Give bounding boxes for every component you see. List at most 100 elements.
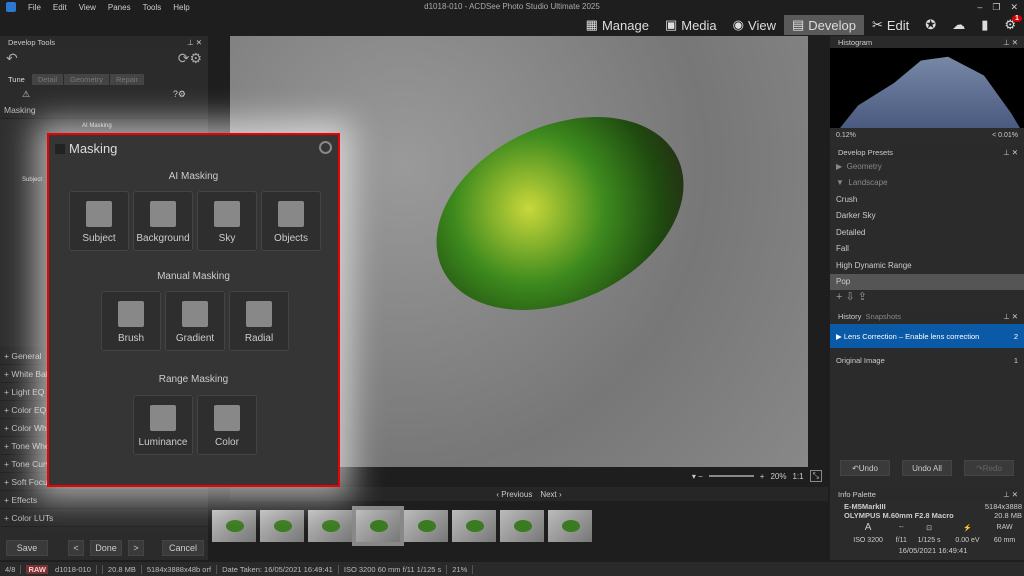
panel-title: Develop Tools bbox=[8, 37, 55, 47]
close-icon[interactable]: ⊥ ✕ bbox=[1003, 148, 1018, 157]
tab-geometry[interactable]: Geometry bbox=[64, 74, 109, 85]
preset-item[interactable]: Fall bbox=[830, 241, 1024, 258]
eye-icon: ◉ bbox=[732, 17, 745, 32]
preset-item[interactable]: Pop bbox=[830, 273, 1024, 290]
menu-edit[interactable]: Edit bbox=[53, 3, 67, 12]
tab-history[interactable]: History bbox=[838, 312, 861, 321]
mode-view[interactable]: ◉ View bbox=[725, 15, 784, 35]
done-button[interactable]: Done bbox=[90, 540, 122, 556]
reset-circle-icon[interactable] bbox=[319, 141, 332, 154]
preset-gear-icon[interactable]: ⟳⚙ bbox=[178, 50, 202, 68]
thumbnail[interactable] bbox=[452, 510, 496, 542]
preset-item[interactable]: Crush bbox=[830, 191, 1024, 208]
tab-detail[interactable]: Detail bbox=[31, 74, 64, 85]
history-item[interactable]: ▶ Lens Correction – Enable lens correcti… bbox=[830, 324, 1024, 348]
zoom-slider[interactable] bbox=[708, 475, 754, 477]
sky-mask-button[interactable]: Sky bbox=[197, 191, 257, 251]
preset-item[interactable]: High Dynamic Range bbox=[830, 257, 1024, 274]
next-image-link[interactable]: Next › bbox=[540, 490, 561, 499]
objects-icon bbox=[278, 201, 304, 227]
menu-view[interactable]: View bbox=[79, 3, 96, 12]
close-icon[interactable]: ⊥ ✕ bbox=[1003, 38, 1018, 47]
menu-tools[interactable]: Tools bbox=[143, 3, 162, 12]
menu-bar: File Edit View Panes Tools Help bbox=[0, 0, 1024, 14]
gradient-mask-button[interactable]: Gradient bbox=[165, 291, 225, 351]
thumbnail[interactable] bbox=[212, 510, 256, 542]
notification-badge: 1 bbox=[1012, 15, 1022, 22]
popup-title: Masking bbox=[69, 141, 118, 156]
restore-button[interactable]: ❐ bbox=[992, 2, 1000, 13]
undo-all-button[interactable]: Undo All bbox=[902, 460, 952, 476]
close-window-button[interactable]: ✕ bbox=[1010, 2, 1018, 13]
help-icon[interactable]: ?⚙ bbox=[173, 89, 186, 101]
masking-section-header[interactable]: Masking bbox=[0, 101, 208, 119]
close-icon[interactable]: ⊥ ✕ bbox=[1003, 312, 1018, 321]
menu-panes[interactable]: Panes bbox=[108, 3, 131, 12]
background-mask-button[interactable]: Background bbox=[133, 191, 193, 251]
zoom-out-icon[interactable]: ▾ − bbox=[692, 472, 703, 481]
undo-arrow-icon[interactable]: ↶ bbox=[6, 50, 18, 68]
thumbnail[interactable] bbox=[500, 510, 544, 542]
thumbnail[interactable] bbox=[404, 510, 448, 542]
ai-masking-label: AI Masking bbox=[82, 123, 112, 129]
cloud-icon[interactable]: ☁ bbox=[944, 15, 973, 35]
collapse-icon[interactable] bbox=[55, 143, 65, 154]
tool-tabs: Tune Detail Geometry Repair bbox=[2, 74, 206, 85]
close-icon[interactable]: ✕ bbox=[196, 38, 202, 47]
thumbnail[interactable] bbox=[260, 510, 304, 542]
preset-group-landscape[interactable]: ▼ Landscape bbox=[830, 175, 1024, 192]
radial-mask-button[interactable]: Radial bbox=[229, 291, 289, 351]
grid-icon: ▦ bbox=[585, 17, 598, 32]
close-icon[interactable]: ⊥ ✕ bbox=[1003, 490, 1018, 499]
app-logo-icon bbox=[6, 2, 16, 12]
ai-masking-heading: AI Masking bbox=[168, 171, 219, 182]
presets-title: Develop Presets bbox=[838, 147, 894, 157]
subject-mask-button[interactable]: Subject bbox=[69, 191, 129, 251]
history-item[interactable]: Original Image 1 bbox=[830, 348, 1024, 372]
menu-file[interactable]: File bbox=[28, 3, 41, 12]
fit-icon[interactable]: ⤡ bbox=[809, 470, 822, 482]
one-to-one-button[interactable]: 1:1 bbox=[792, 472, 803, 481]
notifications-icon[interactable]: ⚙ 1 bbox=[996, 15, 1024, 35]
mode-manage[interactable]: ▦ Manage bbox=[578, 15, 657, 35]
next-button[interactable]: > bbox=[128, 540, 144, 556]
section-9[interactable]: + Color LUTs bbox=[0, 509, 208, 527]
redo-button[interactable]: ↷ Redo bbox=[964, 460, 1014, 476]
sky-icon bbox=[214, 201, 240, 227]
masking-popup: Masking AI Masking Manual Masking Range … bbox=[47, 133, 340, 487]
pin-icon[interactable]: ⊥ bbox=[187, 38, 194, 47]
thumbnail[interactable] bbox=[352, 506, 404, 546]
previous-image-link[interactable]: ‹ Previous bbox=[496, 490, 532, 499]
previous-button[interactable]: < bbox=[68, 540, 84, 556]
brush-mask-button[interactable]: Brush bbox=[101, 291, 161, 351]
cancel-button[interactable]: Cancel bbox=[162, 540, 204, 556]
thumbnail[interactable] bbox=[308, 510, 352, 542]
luminance-mask-button[interactable]: Luminance bbox=[133, 395, 193, 455]
objects-mask-button[interactable]: Objects bbox=[261, 191, 321, 251]
preset-item[interactable]: Darker Sky bbox=[830, 208, 1024, 225]
undo-button[interactable]: ↶ Undo bbox=[840, 460, 890, 476]
color-mask-button[interactable]: Color bbox=[197, 395, 257, 455]
preset-group-geometry[interactable]: ▶ Geometry bbox=[830, 158, 1024, 175]
mode-edit[interactable]: ✂ Edit bbox=[864, 15, 917, 35]
mode-media[interactable]: ▣ Media bbox=[657, 15, 725, 35]
minimize-button[interactable]: – bbox=[977, 2, 982, 13]
color-icon bbox=[214, 405, 240, 431]
tab-snapshots[interactable]: Snapshots bbox=[866, 312, 901, 321]
people-icon[interactable]: ✪ bbox=[917, 15, 944, 35]
menu-help[interactable]: Help bbox=[173, 3, 189, 12]
thumbnail[interactable] bbox=[548, 510, 592, 542]
add-preset-icon[interactable]: + ⇩ ⇪ bbox=[830, 290, 1024, 308]
mode-develop[interactable]: ▤ Develop bbox=[783, 15, 864, 35]
histogram-title: Histogram bbox=[838, 37, 873, 47]
tab-repair[interactable]: Repair bbox=[109, 74, 145, 85]
dashboard-icon[interactable]: ▮ bbox=[973, 15, 996, 35]
tab-tune[interactable]: Tune bbox=[2, 74, 31, 85]
develop-icon: ▤ bbox=[791, 17, 805, 32]
section-8[interactable]: + Effects bbox=[0, 491, 208, 509]
preset-item[interactable]: Detailed bbox=[830, 224, 1024, 241]
metering-icon: ⊡ bbox=[926, 524, 932, 532]
radial-icon bbox=[246, 301, 272, 327]
zoom-in-icon[interactable]: + bbox=[760, 472, 765, 481]
save-button[interactable]: Save bbox=[6, 540, 48, 556]
